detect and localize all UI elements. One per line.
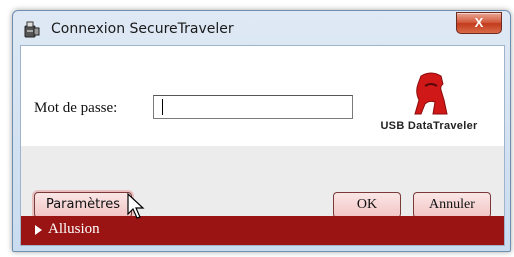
text-caret (162, 99, 163, 115)
dialog-body: Mot de passe: USB DataTraveler Paramètre… (20, 45, 505, 246)
window-title: Connexion SecureTraveler (51, 21, 234, 37)
login-area: Mot de passe: USB DataTraveler (21, 46, 504, 146)
expand-arrow-icon[interactable] (35, 225, 42, 235)
title-bar: Connexion SecureTraveler X (13, 11, 510, 45)
password-input[interactable] (153, 95, 353, 119)
login-dialog: Connexion SecureTraveler X Mot de passe:… (12, 10, 511, 252)
button-area: Paramètres OK Annuler (21, 146, 504, 218)
hint-bar[interactable]: Allusion (21, 216, 504, 245)
kingston-logo: USB DataTraveler (359, 72, 499, 138)
password-label: Mot de passe: (34, 100, 118, 116)
hint-label[interactable]: Allusion (48, 221, 100, 238)
cancel-button[interactable]: Annuler (413, 192, 491, 218)
mouse-pointer-icon (127, 193, 145, 219)
close-button[interactable]: X (456, 12, 502, 34)
settings-button[interactable]: Paramètres (34, 192, 132, 218)
logo-text: USB DataTraveler (380, 120, 478, 132)
close-icon: X (474, 15, 484, 30)
usb-drive-icon (24, 21, 40, 38)
ok-button[interactable]: OK (333, 192, 401, 218)
kingston-head-icon (414, 72, 448, 115)
